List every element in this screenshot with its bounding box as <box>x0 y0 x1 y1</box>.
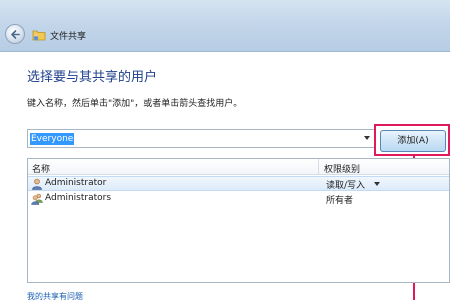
user-icon <box>32 178 42 190</box>
list-item[interactable]: Administrators 所有者 <box>28 192 449 207</box>
list-item-name: Administrators <box>45 193 112 203</box>
list-item-name: Administrator <box>45 178 107 188</box>
chevron-down-icon[interactable] <box>374 182 380 186</box>
annotation-highlight-box <box>374 124 450 156</box>
list-header: 名称 权限级别 <box>28 159 449 175</box>
window-titlebar: 文件共享 <box>0 0 450 52</box>
list-item[interactable]: Administrator 读取/写入 <box>28 176 449 191</box>
group-icon <box>31 193 43 205</box>
user-list[interactable]: 名称 权限级别 Administrator 读取/写入 Administrato… <box>27 158 450 283</box>
help-link[interactable]: 我的共享有问题 <box>27 291 83 300</box>
page-heading: 选择要与其共享的用户 <box>27 70 158 85</box>
column-divider[interactable] <box>318 159 319 175</box>
back-arrow-icon <box>11 30 20 39</box>
window-title: 文件共享 <box>50 32 87 42</box>
chevron-down-icon[interactable] <box>364 136 370 140</box>
column-header-permission[interactable]: 权限级别 <box>324 162 360 175</box>
column-header-name[interactable]: 名称 <box>32 162 50 175</box>
permission-level[interactable]: 读取/写入 <box>326 178 365 191</box>
permission-level: 所有者 <box>326 196 354 206</box>
user-name-combobox[interactable]: Everyone <box>27 129 375 148</box>
shared-folder-icon <box>32 30 46 41</box>
combo-selected-text[interactable]: Everyone <box>30 133 75 145</box>
instruction-text: 键入名称，然后单击"添加"，或者单击箭头查找用户。 <box>27 99 243 109</box>
back-button[interactable] <box>5 24 25 44</box>
